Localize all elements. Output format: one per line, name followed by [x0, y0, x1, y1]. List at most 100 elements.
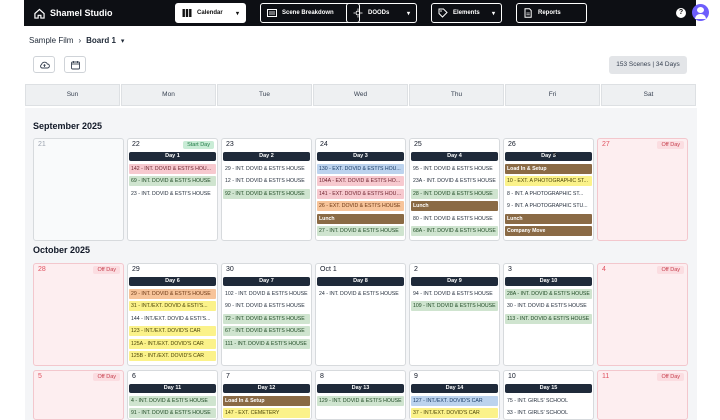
help-icon[interactable]: ?: [676, 8, 686, 18]
shoot-day-header[interactable]: Day 8: [317, 277, 404, 286]
scene-strip[interactable]: 130 - EXT. DOVID & ESTI'S HOU...: [317, 164, 404, 174]
breadcrumb-project[interactable]: Sample Film: [29, 36, 73, 45]
shoot-day-header[interactable]: Day 2: [223, 152, 310, 161]
scene-strip[interactable]: Lunch: [317, 213, 404, 224]
scene-strip[interactable]: 9 - INT. A PHOTOGRAPHIC STU...: [505, 201, 592, 212]
scene-strip[interactable]: 29 - INT. DOVID & ESTI'S HOUSE: [223, 164, 310, 174]
scene-strip[interactable]: 26 - EXT. DOVID & ESTI'S HOUSE: [317, 201, 404, 212]
scene-strip[interactable]: 104A - EXT. DOVID & ESTI'S HO...: [317, 176, 404, 187]
scene-strip[interactable]: 141 - EXT. DOVID & ESTI'S HOUSE: [317, 188, 404, 199]
scene-strip[interactable]: 95 - INT. DOVID & ESTI'S HOUSE: [411, 164, 498, 174]
brand[interactable]: Shamel Studio: [34, 8, 174, 19]
scene-strip[interactable]: 102 - INT. DOVID & ESTI'S HOUSE: [223, 289, 310, 299]
scene-strip[interactable]: 80 - INT. DOVID & ESTI'S HOUSE: [411, 213, 498, 224]
scene-strip[interactable]: 113 - INT. DOVID & ESTI'S HOUSE: [505, 313, 592, 324]
calendar-day-cell[interactable]: 23 Day 2 29 - INT. DOVID & ESTI'S HOUSE 12 …: [221, 138, 312, 241]
avatar[interactable]: [692, 4, 709, 21]
scene-strip[interactable]: Company Move: [505, 225, 592, 236]
scene-strip[interactable]: 28 - INT. DOVID & ESTI'S HOUSE: [411, 188, 498, 199]
calendar-day-cell[interactable]: 9 Day 14 127 - INT./EXT. DOVID'S CAR 37 - I…: [409, 370, 500, 420]
scene-strip[interactable]: 144 - INT./EXT. DOVID & ESTI'S...: [129, 313, 216, 324]
scene-strip[interactable]: 29 - INT. DOVID & ESTI'S HOUSE: [129, 289, 216, 299]
calendar-day-cell[interactable]: 11 Off Day: [597, 370, 688, 420]
calendar-day-cell[interactable]: 30 Day 7 102 - INT. DOVID & ESTI'S HOUSE 90…: [221, 263, 312, 366]
scene-strip[interactable]: 125B - INT./EXT. DOVID'S CAR: [129, 350, 216, 361]
scene-strip[interactable]: 129 - INT. DOVID & ESTI'S HOUSE: [317, 396, 404, 406]
shoot-day-header[interactable]: Day 13: [317, 384, 404, 393]
calendar-day-cell[interactable]: 6 Day 11 4 - INT. DOVID & ESTI'S HOUSE 91 -…: [127, 370, 218, 420]
scene-strip[interactable]: 28A - INT. DOVID & ESTI'S HOUSE: [505, 289, 592, 299]
calendar-day-cell[interactable]: 26 Day 5 Load In & Setup 10 - EXT. A PHOTOG…: [503, 138, 594, 241]
scene-strip[interactable]: 68A - INT. DOVID & ESTI'S HOUSE: [411, 225, 498, 236]
calendar-day-cell[interactable]: 10 Day 15 75 - INT. GIRLS' SCHOOL 33 - INT.…: [503, 370, 594, 420]
scene-strip[interactable]: 31 - INT./EXT. DOVID & ESTI'S...: [129, 301, 216, 312]
calendar-day-cell[interactable]: 28 Off Day: [33, 263, 124, 366]
shoot-day-header[interactable]: Day 1: [129, 152, 216, 161]
scene-strip[interactable]: 111 - INT. DOVID & ESTI'S HOUSE: [223, 338, 310, 349]
scene-strip[interactable]: 23 - INT. DOVID & ESTI'S HOUSE: [129, 188, 216, 199]
scene-strip[interactable]: 92 - INT. DOVID & ESTI'S HOUSE: [223, 188, 310, 199]
shoot-day-header[interactable]: Day 12: [223, 384, 310, 393]
scene-strip[interactable]: 33 - INT. GIRLS' SCHOOL: [505, 408, 592, 419]
nav-scene-breakdown-button[interactable]: Scene Breakdown: [260, 3, 360, 23]
calendar-day-cell[interactable]: 3 Day 10 28A - INT. DOVID & ESTI'S HOUSE 30…: [503, 263, 594, 366]
scene-strip[interactable]: 37 - INT./EXT. DOVID'S CAR: [411, 408, 498, 419]
shoot-day-header[interactable]: Day 5: [505, 152, 592, 161]
calendar-day-cell[interactable]: Oct 1 Day 8 24 - INT. DOVID & ESTI'S HOUSE: [315, 263, 406, 366]
shoot-day-header[interactable]: Day 3: [317, 152, 404, 161]
calendar-day-cell[interactable]: 27 Off Day: [597, 138, 688, 241]
nav-doods-button[interactable]: DOODs ▾: [346, 3, 417, 23]
scene-strip[interactable]: Lunch: [411, 201, 498, 212]
shoot-day-header[interactable]: Day 15: [505, 384, 592, 393]
calendar-day-cell[interactable]: 8 Day 13 129 - INT. DOVID & ESTI'S HOUSE: [315, 370, 406, 420]
scene-strip[interactable]: 75 - INT. GIRLS' SCHOOL: [505, 396, 592, 406]
shoot-day-header[interactable]: Day 7: [223, 277, 310, 286]
scene-strip[interactable]: 24 - INT. DOVID & ESTI'S HOUSE: [317, 289, 404, 299]
scene-strip[interactable]: 91 - INT. DOVID & ESTI'S HOUSE: [129, 408, 216, 419]
scene-strip[interactable]: 125A - INT./EXT. DOVID'S CAR: [129, 338, 216, 349]
nav-reports-button[interactable]: Reports: [516, 3, 587, 23]
scene-strip[interactable]: 127 - INT./EXT. DOVID'S CAR: [411, 396, 498, 406]
scene-strip[interactable]: 67 - INT. DOVID & ESTI'S HOUSE: [223, 326, 310, 337]
scene-strip[interactable]: Load In & Setup: [223, 396, 310, 406]
scene-strip[interactable]: 142 - INT. DOVID & ESTI'S HOU...: [129, 164, 216, 174]
calendar-day-cell[interactable]: 7 Day 12 Load In & Setup 147 - EXT. CEMETER…: [221, 370, 312, 420]
calendar-day-cell[interactable]: 21: [33, 138, 124, 241]
calendar-day-cell[interactable]: 5 Off Day: [33, 370, 124, 420]
scene-strip[interactable]: 109 - INT. DOVID & ESTI'S HOUSE: [411, 301, 498, 312]
calendar-day-cell[interactable]: 4 Off Day: [597, 263, 688, 366]
shoot-day-header[interactable]: Day 14: [411, 384, 498, 393]
calendar-day-cell[interactable]: 2 Day 9 94 - INT. DOVID & ESTI'S HOUSE 109 …: [409, 263, 500, 366]
scene-strip[interactable]: 94 - INT. DOVID & ESTI'S HOUSE: [411, 289, 498, 299]
nav-calendar-button[interactable]: Calendar ▾: [175, 3, 246, 23]
scene-strip[interactable]: Lunch: [505, 213, 592, 224]
shoot-day-header[interactable]: Day 10: [505, 277, 592, 286]
date-picker-button[interactable]: [64, 56, 86, 73]
scene-strip[interactable]: 12 - INT. DOVID & ESTI'S HOUSE: [223, 176, 310, 187]
scene-strip[interactable]: 23A - INT. DOVID & ESTI'S HOUSE: [411, 176, 498, 187]
scene-strip[interactable]: 4 - INT. DOVID & ESTI'S HOUSE: [129, 396, 216, 406]
shoot-day-header[interactable]: Day 6: [129, 277, 216, 286]
scene-strip[interactable]: 30 - INT. DOVID & ESTI'S HOUSE: [505, 301, 592, 312]
chevron-down-icon[interactable]: ▾: [121, 37, 125, 45]
scene-strip[interactable]: 69 - INT. DOVID & ESTI'S HOUSE: [129, 176, 216, 187]
scene-strip[interactable]: 90 - INT. DOVID & ESTI'S HOUSE: [223, 301, 310, 312]
shoot-day-header[interactable]: Day 9: [411, 277, 498, 286]
calendar-day-cell[interactable]: 22 Start Day Day 1 142 - INT. DOVID & ESTI'…: [127, 138, 218, 241]
scene-strip[interactable]: 72 - INT. DOVID & ESTI'S HOUSE: [223, 313, 310, 324]
scene-strip[interactable]: Load In & Setup: [505, 164, 592, 174]
nav-elements-button[interactable]: Elements ▾: [431, 3, 502, 23]
calendar-day-cell[interactable]: 25 Day 4 95 - INT. DOVID & ESTI'S HOUSE 23A…: [409, 138, 500, 241]
scene-strip[interactable]: 10 - EXT. A PHOTOGRAPHIC ST...: [505, 176, 592, 187]
scene-strip[interactable]: 147 - EXT. CEMETERY: [223, 408, 310, 419]
cloud-sync-button[interactable]: [33, 56, 55, 73]
shoot-day-header[interactable]: Day 4: [411, 152, 498, 161]
scene-strip[interactable]: 123 - INT./EXT. DOVID'S CAR: [129, 326, 216, 337]
scene-strip[interactable]: 8 - INT. A PHOTOGRAPHIC ST...: [505, 188, 592, 199]
weekday-header: Sun Mon Tue Wed Thu Fri Sat: [25, 84, 697, 106]
breadcrumb-board[interactable]: Board 1: [86, 36, 116, 45]
calendar-day-cell[interactable]: 24 Day 3 130 - EXT. DOVID & ESTI'S HOU... 1…: [315, 138, 406, 241]
shoot-day-header[interactable]: Day 11: [129, 384, 216, 393]
scene-strip[interactable]: 27 - INT. DOVID & ESTI'S HOUSE: [317, 225, 404, 236]
calendar-day-cell[interactable]: 29 Day 6 29 - INT. DOVID & ESTI'S HOUSE 31 …: [127, 263, 218, 366]
